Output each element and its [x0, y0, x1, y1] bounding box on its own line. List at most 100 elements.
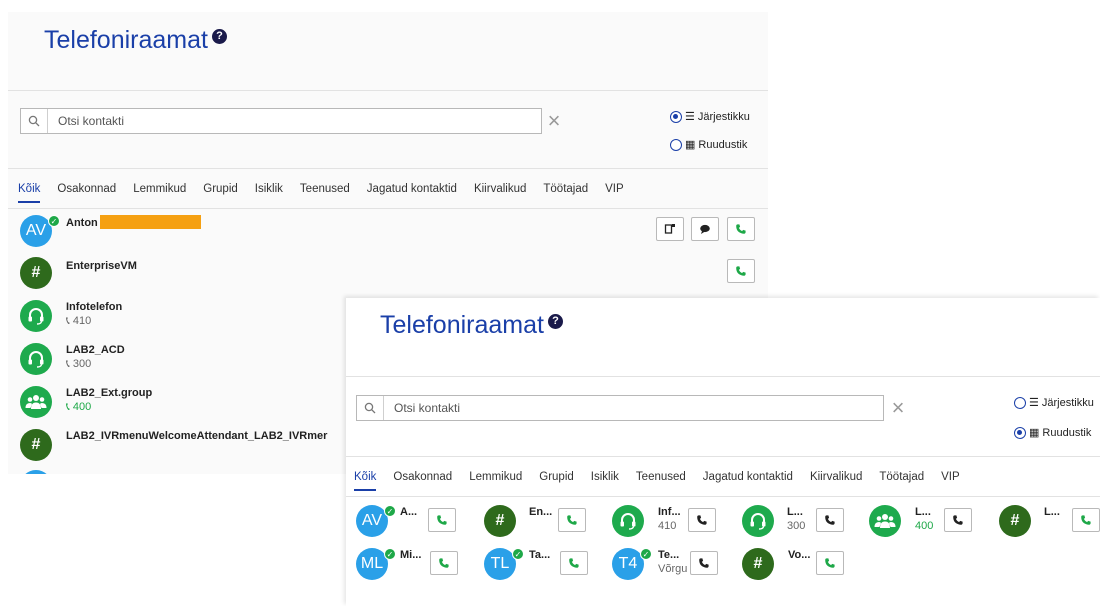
- avatar: #: [742, 548, 774, 580]
- contact-name: Anton: [66, 217, 98, 229]
- tab-favorites[interactable]: Lemmikud: [133, 183, 186, 203]
- tab-employees[interactable]: Töötajad: [543, 183, 588, 203]
- chat-button[interactable]: [691, 217, 719, 241]
- presence-online-icon: ✓: [384, 548, 396, 560]
- search-input[interactable]: Otsi kontakti: [384, 401, 460, 415]
- contact-name: Ta...: [529, 549, 551, 561]
- close-icon[interactable]: ×: [887, 397, 909, 419]
- contact-name: Inf...: [658, 506, 681, 518]
- tab-services[interactable]: Teenused: [300, 183, 350, 203]
- call-button[interactable]: [430, 551, 458, 575]
- tab-speed-dials[interactable]: Kiirvalikud: [810, 471, 862, 491]
- view-option-label: Ruudustik: [1042, 426, 1092, 439]
- tab-shared-contacts[interactable]: Jagatud kontaktid: [703, 471, 793, 491]
- search-icon: [357, 396, 384, 420]
- search-input[interactable]: Otsi kontakti: [48, 114, 124, 128]
- call-button[interactable]: [428, 508, 456, 532]
- call-button[interactable]: [690, 551, 718, 575]
- contact-card-icon: [664, 224, 675, 234]
- grid-icon: ▦: [685, 139, 696, 151]
- people-icon: [20, 386, 52, 418]
- tab-groups[interactable]: Grupid: [203, 183, 238, 203]
- contact-number: 300: [787, 520, 806, 532]
- phone-icon: [1081, 515, 1091, 525]
- call-button[interactable]: [560, 551, 588, 575]
- search-icon: [21, 109, 48, 133]
- call-button[interactable]: [688, 508, 716, 532]
- search-box: Otsi kontakti: [20, 108, 542, 134]
- tab-employees[interactable]: Töötajad: [879, 471, 924, 491]
- avatar: #: [20, 257, 52, 289]
- tab-services[interactable]: Teenused: [636, 471, 686, 491]
- contact-number: 📞︎ 400: [66, 401, 92, 413]
- search-box: Otsi kontakti: [356, 395, 884, 421]
- view-option-grid[interactable]: ▦ Ruudustik: [1014, 426, 1091, 439]
- call-button[interactable]: [558, 508, 586, 532]
- contact-name: Infotelefon: [66, 301, 123, 313]
- divider: [346, 376, 1100, 377]
- help-icon[interactable]: ?: [211, 28, 227, 44]
- radio-button[interactable]: [1014, 426, 1026, 439]
- list-icon: ☰: [685, 111, 695, 123]
- tab-departments[interactable]: Osakonnad: [393, 471, 452, 491]
- call-button[interactable]: [727, 259, 755, 283]
- view-option-grid[interactable]: ▦ Ruudustik: [670, 138, 747, 151]
- contact-name: En...: [529, 506, 553, 518]
- radio-button[interactable]: [670, 138, 682, 151]
- phonebook-grid-view: Telefoniraamat? Otsi kontakti × ☰ Järjes…: [346, 298, 1100, 606]
- avatar: #: [484, 505, 516, 537]
- tab-vip[interactable]: VIP: [941, 471, 960, 491]
- view-option-list[interactable]: ☰ Järjestikku: [1014, 396, 1094, 409]
- tab-all[interactable]: Kõik: [18, 183, 41, 203]
- call-button[interactable]: [727, 217, 755, 241]
- tab-favorites[interactable]: Lemmikud: [469, 471, 522, 491]
- tab-personal[interactable]: Isiklik: [591, 471, 619, 491]
- presence-online-icon: ✓: [640, 548, 652, 560]
- phone-icon: [736, 266, 746, 276]
- contact-name: Mi...: [400, 549, 422, 561]
- list-icon: ☰: [1029, 397, 1039, 409]
- tab-shared-contacts[interactable]: Jagatud kontaktid: [367, 183, 457, 203]
- view-option-label: Ruudustik: [698, 138, 748, 151]
- phone-icon: [699, 558, 709, 568]
- call-button[interactable]: [816, 551, 844, 575]
- contact-details-button[interactable]: [656, 217, 684, 241]
- contact-name: LAB2_Ext.group: [66, 387, 153, 399]
- phone-icon: [953, 515, 963, 525]
- radio-button[interactable]: [1014, 396, 1026, 409]
- phone-icon: [697, 515, 707, 525]
- page-title: Telefoniraamat?: [380, 311, 563, 340]
- tab-vip[interactable]: VIP: [605, 183, 624, 203]
- call-button[interactable]: [816, 508, 844, 532]
- tab-bar: Kõik Osakonnad Lemmikud Grupid Isiklik T…: [18, 183, 641, 203]
- help-icon[interactable]: ?: [547, 313, 563, 329]
- tab-speed-dials[interactable]: Kiirvalikud: [474, 183, 526, 203]
- contact-name: Vo...: [788, 549, 811, 561]
- tab-all[interactable]: Kõik: [354, 471, 377, 491]
- avatar: [20, 470, 52, 474]
- avatar: #: [20, 429, 52, 461]
- contact-name: L...: [1044, 506, 1060, 518]
- presence-online-icon: ✓: [512, 548, 524, 560]
- contact-name: L...: [915, 506, 931, 518]
- tab-personal[interactable]: Isiklik: [255, 183, 283, 203]
- call-button[interactable]: [1072, 508, 1100, 532]
- tab-bar: Kõik Osakonnad Lemmikud Grupid Isiklik T…: [354, 471, 977, 491]
- redaction-bar: [100, 215, 201, 229]
- divider: [8, 90, 768, 91]
- phone-icon: [439, 558, 449, 568]
- view-option-label: Järjestikku: [697, 110, 750, 123]
- radio-button[interactable]: [670, 110, 682, 123]
- contact-status: Võrgu: [658, 563, 688, 575]
- headset-icon: [20, 300, 52, 332]
- close-icon[interactable]: ×: [543, 110, 565, 132]
- tab-groups[interactable]: Grupid: [539, 471, 574, 491]
- contact-name: Te...: [658, 549, 680, 561]
- phone-icon: [736, 224, 746, 234]
- call-button[interactable]: [944, 508, 972, 532]
- people-icon: [869, 505, 901, 537]
- contact-name: L...: [787, 506, 803, 518]
- phone-icon: [569, 558, 579, 568]
- tab-departments[interactable]: Osakonnad: [57, 183, 116, 203]
- view-option-list[interactable]: ☰ Järjestikku: [670, 110, 750, 123]
